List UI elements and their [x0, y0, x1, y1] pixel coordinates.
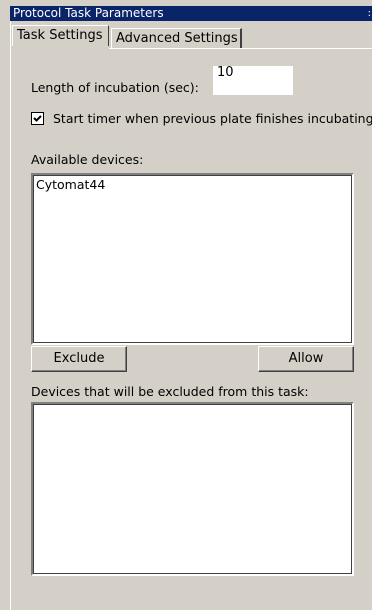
excluded-devices-list[interactable]	[31, 402, 354, 576]
incubation-length-input[interactable]: 10	[213, 66, 293, 95]
window-title-bar[interactable]: Protocol Task Parameters :	[10, 6, 372, 21]
available-devices-list[interactable]: Cytomat44	[31, 173, 354, 345]
allow-button[interactable]: Allow	[258, 346, 354, 372]
start-timer-checkbox[interactable]	[31, 112, 44, 125]
tab-advanced-settings[interactable]: Advanced Settings	[111, 28, 242, 48]
checkmark-icon	[33, 115, 42, 122]
panel-edge	[10, 21, 11, 610]
exclude-button[interactable]: Exclude	[31, 346, 127, 372]
incubation-length-label: Length of incubation (sec):	[31, 80, 199, 95]
available-devices-label: Available devices:	[31, 152, 144, 167]
tab-strip-divider	[109, 48, 372, 49]
window-title: Protocol Task Parameters	[13, 6, 164, 20]
list-item[interactable]: Cytomat44	[33, 175, 352, 192]
excluded-devices-label: Devices that will be excluded from this …	[31, 384, 309, 399]
start-timer-label[interactable]: Start timer when previous plate finishes…	[53, 111, 372, 126]
tab-task-settings[interactable]: Task Settings	[12, 25, 109, 46]
title-bar-overflow-icon: :	[367, 8, 371, 19]
